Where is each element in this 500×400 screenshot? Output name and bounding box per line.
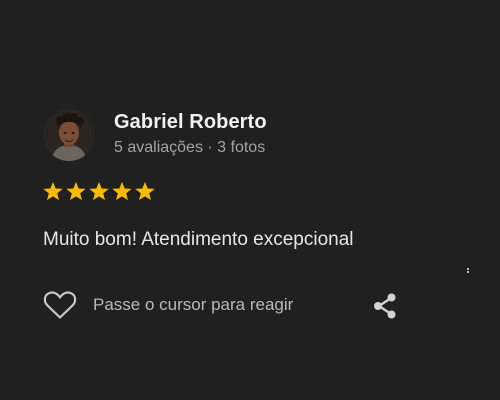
review-text: Muito bom! Atendimento excepcional [43, 229, 354, 250]
reviewer-name[interactable]: Gabriel Roberto [114, 111, 267, 134]
avatar[interactable] [43, 109, 95, 161]
reviewer-meta: 5 avaliações · 3 fotos [114, 139, 266, 156]
star-icon [111, 181, 133, 202]
star-icon [88, 181, 110, 202]
dots-marker [467, 268, 469, 276]
react-button[interactable]: Passe o cursor para reagir [43, 290, 293, 320]
heart-outline-icon [43, 291, 77, 319]
review-card: Gabriel Roberto 5 avaliações · 3 fotos M… [0, 0, 500, 400]
star-icon [42, 181, 64, 202]
react-label: Passe o cursor para reagir [93, 295, 294, 314]
avatar-image [43, 109, 95, 161]
star-rating [42, 181, 156, 202]
star-icon [134, 181, 156, 202]
star-icon [65, 181, 87, 202]
share-button[interactable] [371, 292, 399, 320]
share-icon [374, 293, 396, 319]
